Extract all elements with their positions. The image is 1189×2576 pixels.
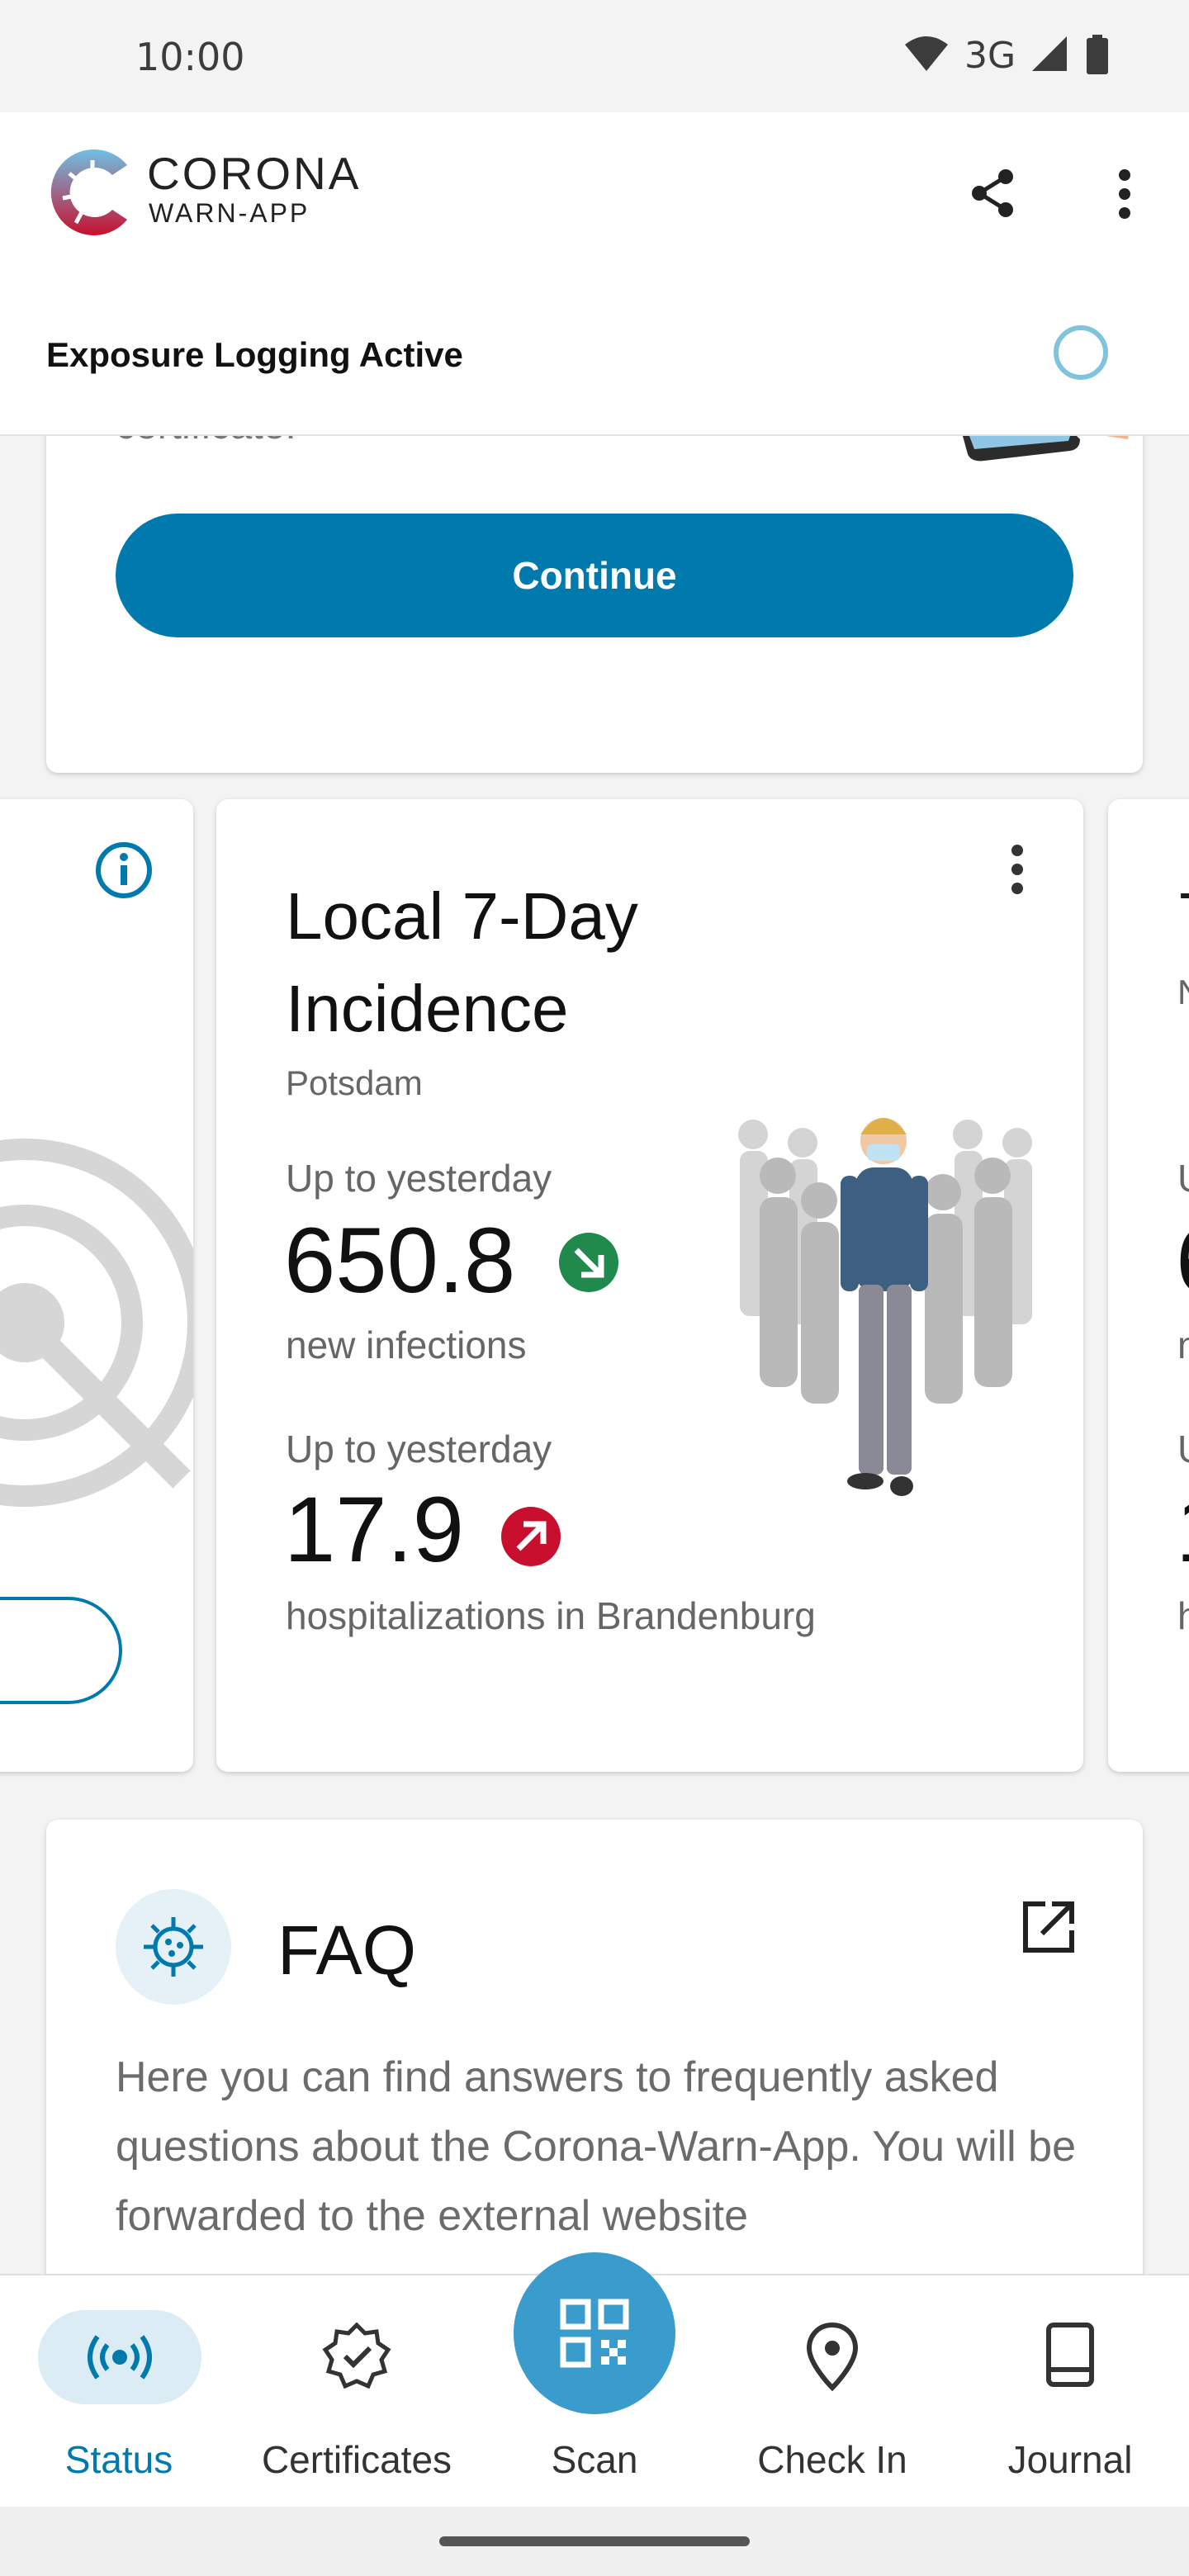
crowd-illustration-icon <box>738 1118 1032 1496</box>
local-incidence-card[interactable]: Local 7-Day Incidence Potsdam Up to yest… <box>216 799 1083 1772</box>
brand-subtitle: WARN-APP <box>149 198 310 228</box>
nav-status-label[interactable]: Status <box>12 2437 226 2482</box>
next-card-unit: n <box>1177 1324 1189 1366</box>
faq-description: Here you can find answers to frequently … <box>116 2053 1077 2240</box>
certificate-card-text: certificate. <box>116 436 296 448</box>
nav-scan-label[interactable]: Scan <box>487 2437 702 2482</box>
share-icon[interactable] <box>971 168 1016 218</box>
hospitalizations-caption: Up to yesterday <box>286 1428 552 1470</box>
status-time: 10:00 <box>135 35 245 79</box>
phone-illustration-icon <box>963 436 1129 462</box>
virus-icon <box>144 1917 203 1977</box>
qr-scan-illustration-icon <box>0 1139 193 1507</box>
next-card-caption: U <box>1177 1156 1189 1200</box>
battery-icon <box>1087 35 1108 74</box>
continue-button[interactable]: Continue <box>116 514 1073 637</box>
incidence-title-line1: Local 7-Day <box>286 879 638 953</box>
nav-certificates-label[interactable]: Certificates <box>249 2437 464 2482</box>
next-card-caption-2: U <box>1177 1427 1189 1471</box>
location-pin-icon[interactable] <box>806 2322 859 2391</box>
hospitalizations-unit: hospitalizations in Brandenburg <box>286 1594 816 1637</box>
brand-title: CORONA <box>147 148 362 199</box>
app-logo-icon <box>50 149 127 235</box>
infections-caption: Up to yesterday <box>286 1157 552 1200</box>
network-type: 3G <box>964 35 1016 77</box>
next-card-value-2: 1 <box>1176 1476 1189 1583</box>
nav-checkin-label[interactable]: Check In <box>725 2437 940 2482</box>
next-card-title: 7 <box>1177 878 1189 954</box>
infections-value: 650.8 <box>284 1209 516 1312</box>
journal-book-icon[interactable] <box>1044 2322 1097 2388</box>
hospitalizations-value: 17.9 <box>284 1478 464 1581</box>
home-indicator[interactable] <box>439 2536 750 2546</box>
certificate-badge-icon[interactable] <box>322 2322 391 2391</box>
trend-up-icon <box>501 1507 561 1566</box>
nav-journal-label[interactable]: Journal <box>963 2437 1177 2482</box>
statistics-card-next[interactable]: 7 N U 6 n U 1 h <box>1108 799 1189 1772</box>
status-feed[interactable]: certificate. Continue Local 7-Day Incide… <box>0 436 1189 2274</box>
loading-spinner-icon <box>1054 325 1108 380</box>
incidence-title-line2: Incidence <box>286 972 569 1045</box>
status-broadcast-icon[interactable] <box>83 2332 157 2383</box>
external-link-icon[interactable] <box>1021 1899 1077 1955</box>
faq-title: FAQ <box>277 1911 417 1989</box>
signal-icon <box>1032 36 1067 71</box>
incidence-location: Potsdam <box>286 1063 423 1102</box>
next-card-unit-2: h <box>1177 1594 1189 1637</box>
card-more-icon[interactable] <box>1007 844 1027 895</box>
more-vert-icon[interactable] <box>1115 168 1135 220</box>
infections-unit: new infections <box>286 1324 527 1366</box>
exposure-logging-status[interactable]: Exposure Logging Active <box>46 335 463 375</box>
next-card-value: 6 <box>1176 1207 1189 1314</box>
trend-down-icon <box>559 1233 618 1292</box>
faq-card[interactable]: FAQ Here you can find answers to frequen… <box>46 1820 1143 2274</box>
previous-card-button[interactable] <box>0 1597 122 1704</box>
wifi-icon <box>905 36 948 71</box>
certificate-card: certificate. Continue <box>46 436 1143 773</box>
statistics-card-previous[interactable] <box>0 799 193 1772</box>
info-icon[interactable] <box>94 841 154 900</box>
qr-code-icon[interactable] <box>560 2299 629 2368</box>
next-card-subtitle: N <box>1177 973 1189 1012</box>
